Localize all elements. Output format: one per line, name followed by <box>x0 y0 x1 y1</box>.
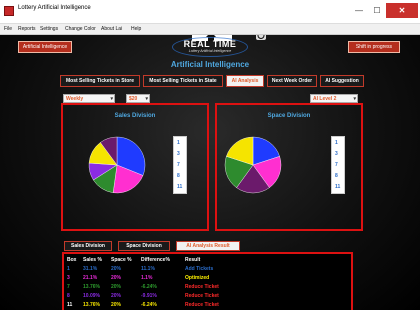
legend-item: 11 <box>335 184 341 190</box>
col-header-sales: Sales % <box>83 257 102 263</box>
tab-next-week-order[interactable]: Next Week Order <box>267 75 317 87</box>
window-title: Lottery Artificial Intelligence <box>18 5 91 11</box>
legend-item: 3 <box>177 151 180 157</box>
space-division-legend: 1 3 7 8 11 <box>331 136 345 194</box>
sales-division-title: Sales Division <box>114 113 156 119</box>
table-cell-diff: -6.24% <box>141 284 157 290</box>
table-cell-sales: 31.1% <box>83 266 98 272</box>
space-division-pie-chart <box>224 136 282 194</box>
table-cell-space: 20% <box>111 284 122 290</box>
table-cell-result: Reduce Ticket <box>185 302 219 308</box>
shift-in-progress-button[interactable]: Shift in progress <box>348 41 400 53</box>
legend-item: 7 <box>335 162 338 168</box>
table-cell-box: 3 <box>67 275 70 281</box>
table-cell-box: 1 <box>67 266 70 272</box>
period-select-value: Weekly <box>66 96 84 102</box>
table-cell-result: Reduce Ticket <box>185 293 219 299</box>
table-cell-box: 8 <box>67 293 70 299</box>
table-cell-result: Add Tickets <box>185 266 214 272</box>
legend-item: 8 <box>335 173 338 179</box>
col-header-result: Result <box>185 257 201 263</box>
table-cell-box: 7 <box>67 284 70 290</box>
legend-item: 7 <box>177 162 180 168</box>
table-cell-diff: 1.1% <box>141 275 153 281</box>
tab-most-selling-state[interactable]: Most Selling Tickets in State <box>143 75 223 87</box>
app-icon <box>4 6 14 16</box>
space-division-panel: Space Division 1 3 7 8 11 <box>215 103 363 231</box>
maximize-button[interactable]: ☐ <box>368 3 386 18</box>
tab-ai-analysis[interactable]: AI Analysis <box>226 75 264 87</box>
menu-file[interactable]: File <box>4 26 12 32</box>
amount-select[interactable]: $20 ▾ <box>126 94 150 103</box>
legend-item: 1 <box>335 140 338 146</box>
menu-settings[interactable]: Settings <box>40 26 58 32</box>
tab-ai-suggestion[interactable]: AI Suggestion <box>320 75 364 87</box>
table-cell-space: 20% <box>111 275 122 281</box>
analysis-result-table: Box Sales % Space % Difference% Result 1… <box>62 252 353 310</box>
power-icon[interactable] <box>256 35 266 40</box>
ai-level-select-value: AI Level 2 <box>313 96 337 102</box>
logo: REAL TIME Lottery Artificial Intelligenc… <box>172 37 248 57</box>
tab-most-selling-store[interactable]: Most Selling Tickets in Store <box>60 75 140 87</box>
table-cell-sales: 13.76% <box>83 284 100 290</box>
menu-about[interactable]: About Lai <box>101 26 122 32</box>
menu-help[interactable]: Help <box>131 26 141 32</box>
table-cell-result: Optimized <box>185 275 210 281</box>
space-division-title: Space Division <box>267 113 311 119</box>
table-cell-result: Reduce Ticket <box>185 284 219 290</box>
table-cell-space: 20% <box>111 266 122 272</box>
legend-item: 8 <box>177 173 180 179</box>
menu-change-color[interactable]: Change Color <box>65 26 96 32</box>
chevron-down-icon: ▾ <box>145 96 148 102</box>
table-cell-space: 20% <box>111 293 122 299</box>
col-header-space: Space % <box>111 257 132 263</box>
title-bar: Lottery Artificial Intelligence — ☐ ✕ <box>0 0 420 24</box>
sales-division-legend: 1 3 7 8 11 <box>173 136 187 194</box>
chevron-down-icon: ▾ <box>110 96 113 102</box>
chevron-down-icon: ▾ <box>353 96 356 102</box>
tab-space-division[interactable]: Space Division <box>118 241 170 251</box>
sales-division-panel: Sales Division 1 3 7 8 11 <box>61 103 209 231</box>
table-cell-space: 20% <box>111 302 122 308</box>
tab-sales-division[interactable]: Sales Division <box>64 241 112 251</box>
period-select[interactable]: Weekly ▾ <box>63 94 115 103</box>
menu-bar: File Reports Settings Change Color About… <box>0 24 420 35</box>
table-cell-diff: -9.91% <box>141 293 157 299</box>
amount-select-value: $20 <box>129 96 138 102</box>
col-header-box: Box <box>67 257 77 263</box>
menu-reports[interactable]: Reports <box>18 26 36 32</box>
logo-title: REAL TIME <box>183 39 237 49</box>
table-cell-diff: 11.1% <box>141 266 155 272</box>
tab-ai-analysis-result[interactable]: AI Analysis Result <box>176 241 240 251</box>
minimize-button[interactable]: — <box>350 3 368 18</box>
table-cell-box: 11 <box>67 302 73 308</box>
logo-subtitle: Lottery Artificial Intelligence <box>188 49 232 53</box>
artificial-intelligence-button[interactable]: Artificial Intelligence <box>18 41 72 53</box>
ai-level-select[interactable]: AI Level 2 ▾ <box>310 94 358 103</box>
table-cell-diff: -6.24% <box>141 302 157 308</box>
app-area: Artificial Intelligence Shift in progres… <box>0 35 420 310</box>
legend-item: 1 <box>177 140 180 146</box>
legend-item: 11 <box>177 184 183 190</box>
table-cell-sales: 13.76% <box>83 302 100 308</box>
table-cell-sales: 21.1% <box>83 275 98 281</box>
page-title: Artificial Intelligence <box>170 60 250 69</box>
legend-item: 3 <box>335 151 338 157</box>
table-cell-sales: 10.09% <box>83 293 100 299</box>
sales-division-pie-chart <box>88 136 146 194</box>
close-button[interactable]: ✕ <box>386 3 418 18</box>
col-header-difference: Difference% <box>141 257 170 263</box>
